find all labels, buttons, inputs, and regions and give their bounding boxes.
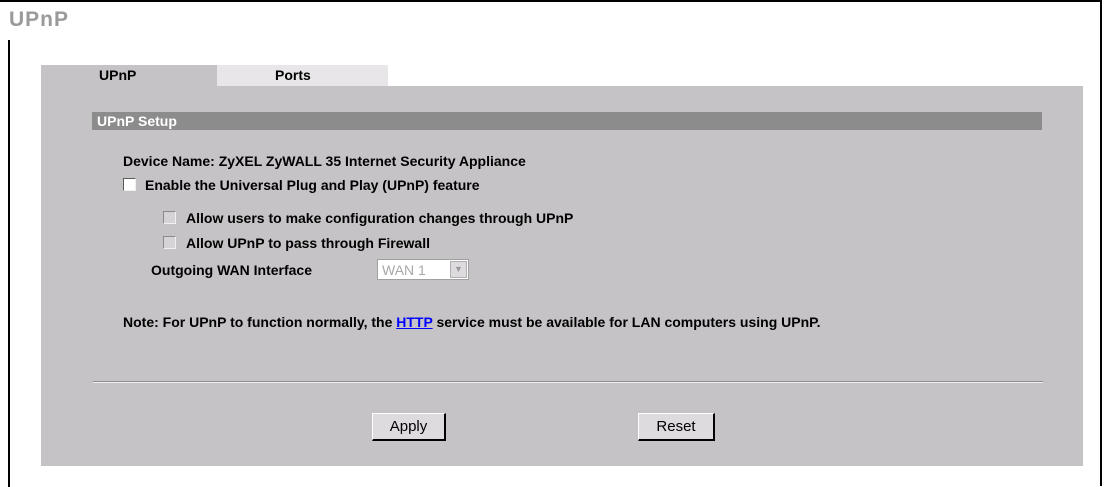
allow-firewall-label: Allow UPnP to pass through Firewall (186, 235, 430, 251)
note-prefix: Note: For UPnP to function normally, the (123, 314, 397, 330)
page-frame-left (8, 40, 10, 487)
device-name-label: Device Name: ZyXEL ZyWALL 35 Internet Se… (123, 153, 526, 169)
tab-upnp[interactable]: UPnP (41, 65, 217, 86)
reset-button[interactable]: Reset (638, 413, 715, 441)
page-title: UPnP (9, 8, 70, 31)
divider (93, 381, 1043, 383)
enable-upnp-label: Enable the Universal Plug and Play (UPnP… (145, 177, 480, 193)
http-link[interactable]: HTTP (396, 314, 432, 330)
wan-interface-select[interactable]: WAN 1 ▼ (377, 259, 469, 280)
enable-upnp-checkbox[interactable] (123, 178, 136, 191)
allow-config-checkbox[interactable] (163, 211, 176, 224)
wan-interface-label: Outgoing WAN Interface (151, 262, 312, 278)
wan-interface-value: WAN 1 (382, 262, 426, 278)
upnp-panel: UPnP Setup Device Name: ZyXEL ZyWALL 35 … (41, 86, 1083, 466)
note-text: Note: For UPnP to function normally, the… (123, 313, 1053, 332)
allow-firewall-checkbox[interactable] (163, 236, 176, 249)
allow-config-label: Allow users to make configuration change… (186, 210, 574, 226)
chevron-down-icon[interactable]: ▼ (450, 261, 467, 278)
note-suffix: service must be available for LAN comput… (432, 314, 821, 330)
tab-ports[interactable]: Ports (217, 65, 388, 86)
apply-button[interactable]: Apply (372, 413, 446, 441)
section-header: UPnP Setup (92, 112, 1042, 130)
tab-bar: UPnP Ports (41, 65, 388, 86)
